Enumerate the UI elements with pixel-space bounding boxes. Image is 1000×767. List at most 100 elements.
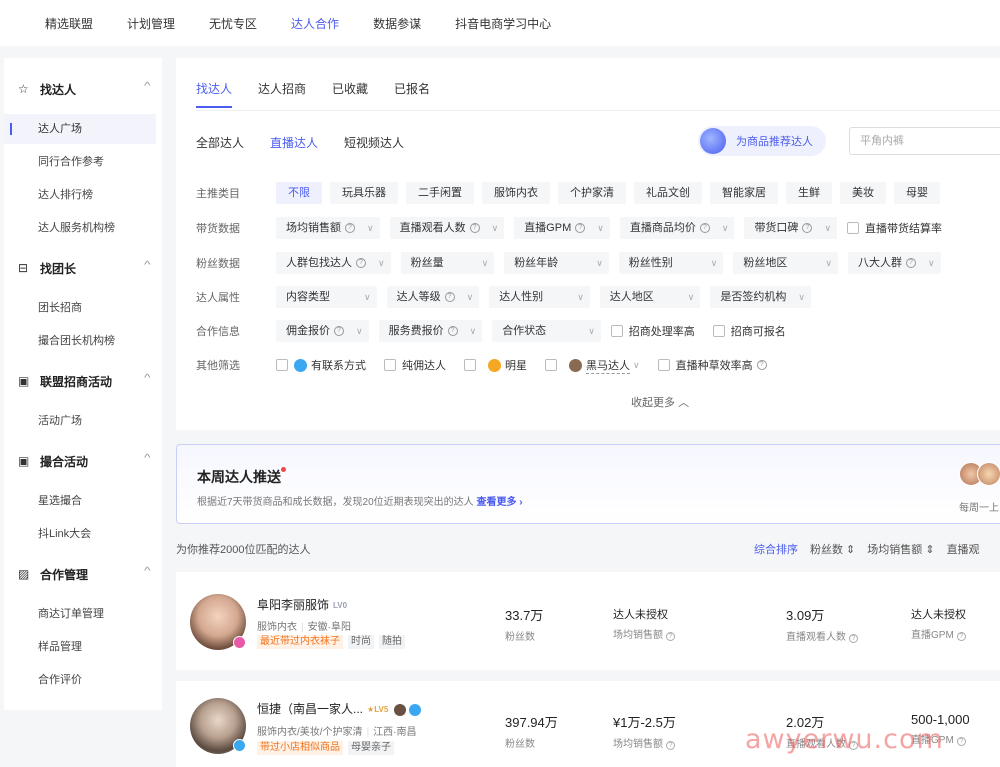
sidebar-item-samples[interactable]: 样品管理 [4,632,156,662]
category-chip[interactable]: 礼品文创 [634,182,702,204]
sort-fans[interactable]: 粉丝数 ⇕ [810,541,855,557]
sidebar-item-talent-square[interactable]: 达人广场 [4,114,156,144]
help-icon: ? [444,292,455,302]
tab-recruit[interactable]: 达人招商 [258,80,306,108]
coop-status-dropdown[interactable]: 合作状态 ∨ [492,320,601,342]
celebrity-checkbox[interactable]: 明星 [464,357,527,373]
fan-count-dropdown[interactable]: 粉丝量 ∨ [400,252,495,274]
category-chip[interactable]: 不限 [276,182,322,204]
category-chip[interactable]: 生鲜 [786,182,832,204]
help-icon: ? [666,741,675,750]
sales-dropdown[interactable]: 场均销售额? ∨ [276,217,380,239]
nav-data[interactable]: 数据参谋 [373,15,421,32]
sort-sales[interactable]: 场均销售额 ⇕ [867,541,934,557]
nav-influencer-coop[interactable]: 达人合作 [291,15,339,32]
filter-row-sales: 带货数据 场均销售额? ∨ 直播观看人数? ∨ 直播GPM? ∨ 直播商品均价? ∨ 带… [196,217,960,239]
category-chip[interactable]: 母婴 [894,182,940,204]
viewers-dropdown[interactable]: 直播观看人数? ∨ [389,217,505,239]
help-icon: ? [699,223,710,233]
tab-find-influencer[interactable]: 找达人 [196,80,233,108]
influencer-name[interactable]: 恒捷（南昌一家人... ★LV5 [257,700,422,717]
sidebar-item-activity-square[interactable]: 活动广场 [4,406,156,436]
sidebar-section-find-leader[interactable]: ⊟ 找团长 ^ [4,257,162,279]
category-chip[interactable]: 二手闲置 [406,182,474,204]
collapse-more-button[interactable]: 收起更多 ︿ [631,394,689,410]
fan-age-dropdown[interactable]: 粉丝年龄 ∨ [504,252,609,274]
subtab-all[interactable]: 全部达人 [196,134,244,151]
nav-wuyou[interactable]: 无忧专区 [209,15,257,32]
sidebar-item-link-conference[interactable]: 抖Link大会 [4,519,156,549]
sidebar-item-star-match[interactable]: 星选撮合 [4,486,156,516]
dark-horse-checkbox[interactable]: 黑马达人 ∨ [545,357,640,374]
sidebar-item-orders[interactable]: 商达订单管理 [4,599,156,629]
sidebar-item-peer-reference[interactable]: 同行合作参考 [4,147,156,177]
stat-value: 达人未授权 [613,609,668,621]
sidebar-item-leader-agency[interactable]: 撮合团长机构榜 [4,326,156,356]
fan-gender-dropdown[interactable]: 粉丝性别 ∨ [618,252,724,274]
sub-tabs: 全部达人 直播达人 短视频达人 [196,134,430,151]
gpm-dropdown[interactable]: 直播GPM? ∨ [514,217,610,239]
weekly-caption: 每周一上 [959,503,999,514]
filter-label: 达人属性 [196,292,240,304]
sort-options: 综合排序 粉丝数 ⇕ 场均销售额 ⇕ 直播观 [754,541,992,557]
category-text: 服饰内衣/美妆/个护家清 [257,727,363,738]
checkbox-box [464,359,476,371]
has-contact-checkbox[interactable]: 有联系方式 [276,357,366,373]
tag: 最近带过内衣袜子 [257,635,343,649]
grass-efficiency-checkbox[interactable]: 直播种草效率高? [657,357,767,373]
sidebar-section-match-activity[interactable]: ▣ 撮合活动 ^ [4,450,162,472]
signed-agency-dropdown[interactable]: 是否签约机构 ∨ [710,286,811,308]
nav-plan[interactable]: 计划管理 [127,15,175,32]
chevron-down-icon: ∨ [577,292,584,302]
category-chip[interactable]: 美妆 [840,182,886,204]
dropdown-label: 粉丝地区 [743,257,788,269]
gender-dropdown[interactable]: 达人性别 ∨ [489,286,590,308]
checkbox-label: 招商可报名 [730,326,786,338]
view-more-link[interactable]: 查看更多 › [476,497,522,508]
category-chip[interactable]: 个护家清 [558,182,626,204]
subtab-live[interactable]: 直播达人 [270,134,318,151]
sidebar-item-ranking[interactable]: 达人排行榜 [4,180,156,210]
commission-dropdown[interactable]: 佣金报价? ∨ [276,320,369,342]
recommend-for-product-button[interactable]: 为商品推荐达人 [698,126,826,156]
checkbox-label: 明星 [505,360,527,372]
sidebar-section-coop-manage[interactable]: ▨ 合作管理 ^ [4,563,162,585]
sidebar-item-leader-recruit[interactable]: 团长招商 [4,293,156,323]
high-process-rate-checkbox[interactable]: 招商处理率高 [610,323,695,339]
crowd-pack-dropdown[interactable]: 人群包找达人? ∨ [276,252,391,274]
region-dropdown[interactable]: 达人地区 ∨ [599,286,701,308]
checkbox-label: 有联系方式 [311,360,366,372]
dropdown-label: 服务费报价 [388,325,444,337]
service-fee-dropdown[interactable]: 服务费报价? ∨ [378,320,483,342]
nav-jingxuan[interactable]: 精选联盟 [45,15,93,32]
help-icon: ? [666,632,675,641]
tab-registered[interactable]: 已报名 [394,80,430,108]
search-input[interactable] [849,127,1000,155]
sidebar-section-find-influencer[interactable]: ☆ 找达人 ^ [4,78,162,100]
category-chip[interactable]: 智能家居 [710,182,778,204]
influencer-name[interactable]: 阜阳李丽服饰 LV0 [257,596,347,613]
avg-price-dropdown[interactable]: 直播商品均价? ∨ [619,217,735,239]
content-type-dropdown[interactable]: 内容类型 ∨ [276,286,377,308]
reputation-dropdown[interactable]: 带货口碑? ∨ [744,217,838,239]
eight-groups-dropdown[interactable]: 八大人群? ∨ [847,252,941,274]
tab-favorites[interactable]: 已收藏 [332,80,368,108]
sort-comprehensive[interactable]: 综合排序 [754,541,798,557]
category-chip[interactable]: 玩具乐器 [330,182,398,204]
fan-region-dropdown[interactable]: 粉丝地区 ∨ [733,252,838,274]
sidebar-item-agency-ranking[interactable]: 达人服务机构榜 [4,213,156,243]
subtab-short-video[interactable]: 短视频达人 [344,134,404,151]
category-chip[interactable]: 服饰内衣 [482,182,550,204]
help-icon: ? [356,258,366,268]
can-register-checkbox[interactable]: 招商可报名 [712,323,786,339]
sidebar-item-reviews[interactable]: 合作评价 [4,665,156,695]
chevron-down-icon: ∨ [927,258,935,268]
pure-commission-checkbox[interactable]: 纯佣达人 [384,357,446,373]
nav-learning[interactable]: 抖音电商学习中心 [455,15,551,32]
influencer-card[interactable]: 阜阳李丽服饰 LV0 服饰内衣 | 安徽·阜阳 最近带过内衣袜子 时尚 随拍 33.7… [176,572,1000,670]
sidebar-section-alliance-activity[interactable]: ▣ 联盟招商活动 ^ [4,370,162,392]
sort-live-viewers[interactable]: 直播观 [947,541,980,557]
help-icon: ? [849,634,858,643]
level-dropdown[interactable]: 达人等级? ∨ [386,286,480,308]
settlement-rate-checkbox[interactable]: 直播带货结算率 [847,220,942,236]
